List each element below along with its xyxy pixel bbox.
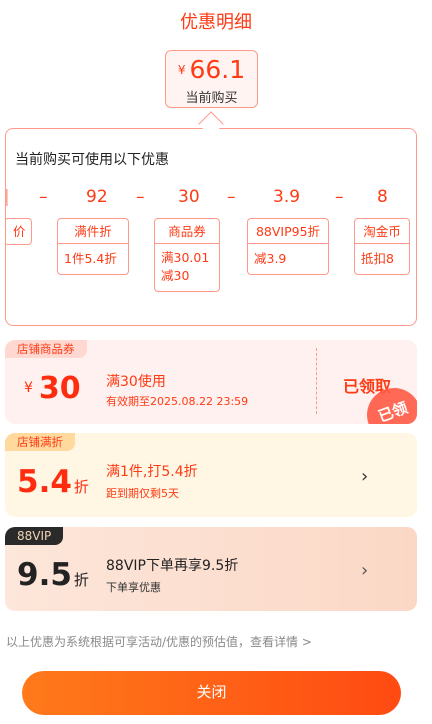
breakdown-box-vip: 88VIP95折 减3.9: [247, 218, 329, 275]
coupon-divider: [316, 348, 317, 414]
vip-tag: 88VIP: [5, 527, 64, 545]
calc-minus: –: [136, 187, 145, 207]
currency-symbol: ¥: [24, 380, 33, 396]
panel-title: 当前购买可使用以下优惠: [15, 152, 169, 168]
calc-minus: –: [39, 187, 48, 207]
breakdown-box-line: 1件5.4折: [64, 251, 117, 266]
breakdown-box-title: 满件折: [58, 219, 128, 244]
vip-discount-card[interactable]: 88VIP 9.5 折 88VIP下单再享9.5折 下单享优惠 ›: [5, 527, 417, 611]
discount-amount-value: 5.4: [17, 464, 72, 500]
current-purchase-label: 当前购买: [185, 91, 238, 106]
vip-amount: 9.5 折: [17, 557, 89, 593]
current-price: ¥66.1: [166, 55, 257, 85]
coupon-validity: 有效期至2025.08.22 23:59: [106, 395, 249, 408]
calculation-row: | – 92 – 30 – 3.9 – 8: [6, 187, 416, 211]
breakdown-box-lines: 满30.01 减30: [155, 244, 219, 291]
coupon-amount-value: 30: [38, 371, 81, 406]
vip-amount-value: 9.5: [17, 557, 72, 593]
discount-tag: 店铺满折: [5, 433, 75, 451]
current-purchase-box: ¥66.1 当前购买: [165, 50, 258, 108]
calc-value: 3.9: [273, 187, 301, 207]
breakdown-box-coupon: 商品券 满30.01 减30: [154, 218, 220, 292]
discount-condition: 满1件,打5.4折: [106, 464, 198, 480]
breakdown-box-line: 减3.9: [254, 251, 287, 266]
discount-unit: 折: [73, 478, 89, 496]
breakdown-box-title: 淘金币: [355, 219, 409, 244]
calc-value: 92: [86, 187, 108, 207]
discount-expiry: 距到期仅剩5天: [106, 487, 179, 500]
breakdown-box-price: 价: [6, 218, 32, 245]
coupon-tag: 店铺商品券: [5, 340, 87, 358]
currency-symbol: ¥: [177, 63, 186, 77]
coupon-condition: 满30使用: [106, 374, 166, 390]
close-button[interactable]: 关闭: [22, 671, 401, 715]
vip-unit: 折: [73, 571, 89, 589]
vip-sub: 下单享优惠: [106, 581, 161, 594]
breakdown-box-title: 商品券: [155, 219, 219, 244]
breakdown-box-full-discount: 满件折 1件5.4折: [57, 218, 129, 275]
chevron-right-icon[interactable]: ›: [361, 560, 368, 581]
calc-minus: –: [227, 187, 236, 207]
page-title: 优惠明细: [180, 12, 252, 33]
breakdown-box-title: 价: [13, 224, 26, 239]
vip-condition: 88VIP下单再享9.5折: [106, 558, 239, 574]
breakdown-box-title: 88VIP95折: [248, 219, 328, 244]
chevron-right-icon[interactable]: ›: [361, 466, 368, 487]
calc-value: 8: [377, 187, 388, 207]
coupon-amount: ¥30: [24, 371, 81, 406]
breakdown-box-line: 满30.01: [161, 250, 210, 265]
store-discount-card[interactable]: 店铺满折 5.4 折 满1件,打5.4折 距到期仅剩5天 ›: [5, 433, 417, 517]
discount-breakdown-panel: 当前购买可使用以下优惠 | – 92 – 30 – 3.9 – 8 价 满件折 …: [5, 128, 417, 326]
breakdown-box-line: 抵扣8: [361, 251, 394, 266]
calc-edge: |: [6, 187, 10, 207]
calc-minus: –: [335, 187, 344, 207]
discount-amount: 5.4 折: [17, 464, 89, 500]
breakdown-box-coins: 淘金币 抵扣8: [354, 218, 410, 275]
breakdown-box-line: 减30: [161, 268, 190, 283]
estimate-footnote-link[interactable]: 以上优惠为系统根据可享活动/优惠的预估值，查看详情 >: [6, 633, 312, 650]
store-coupon-card[interactable]: 店铺商品券 ¥30 满30使用 有效期至2025.08.22 23:59 已领取…: [5, 340, 417, 424]
current-price-value: 66.1: [189, 55, 246, 84]
calc-value: 30: [178, 187, 200, 207]
